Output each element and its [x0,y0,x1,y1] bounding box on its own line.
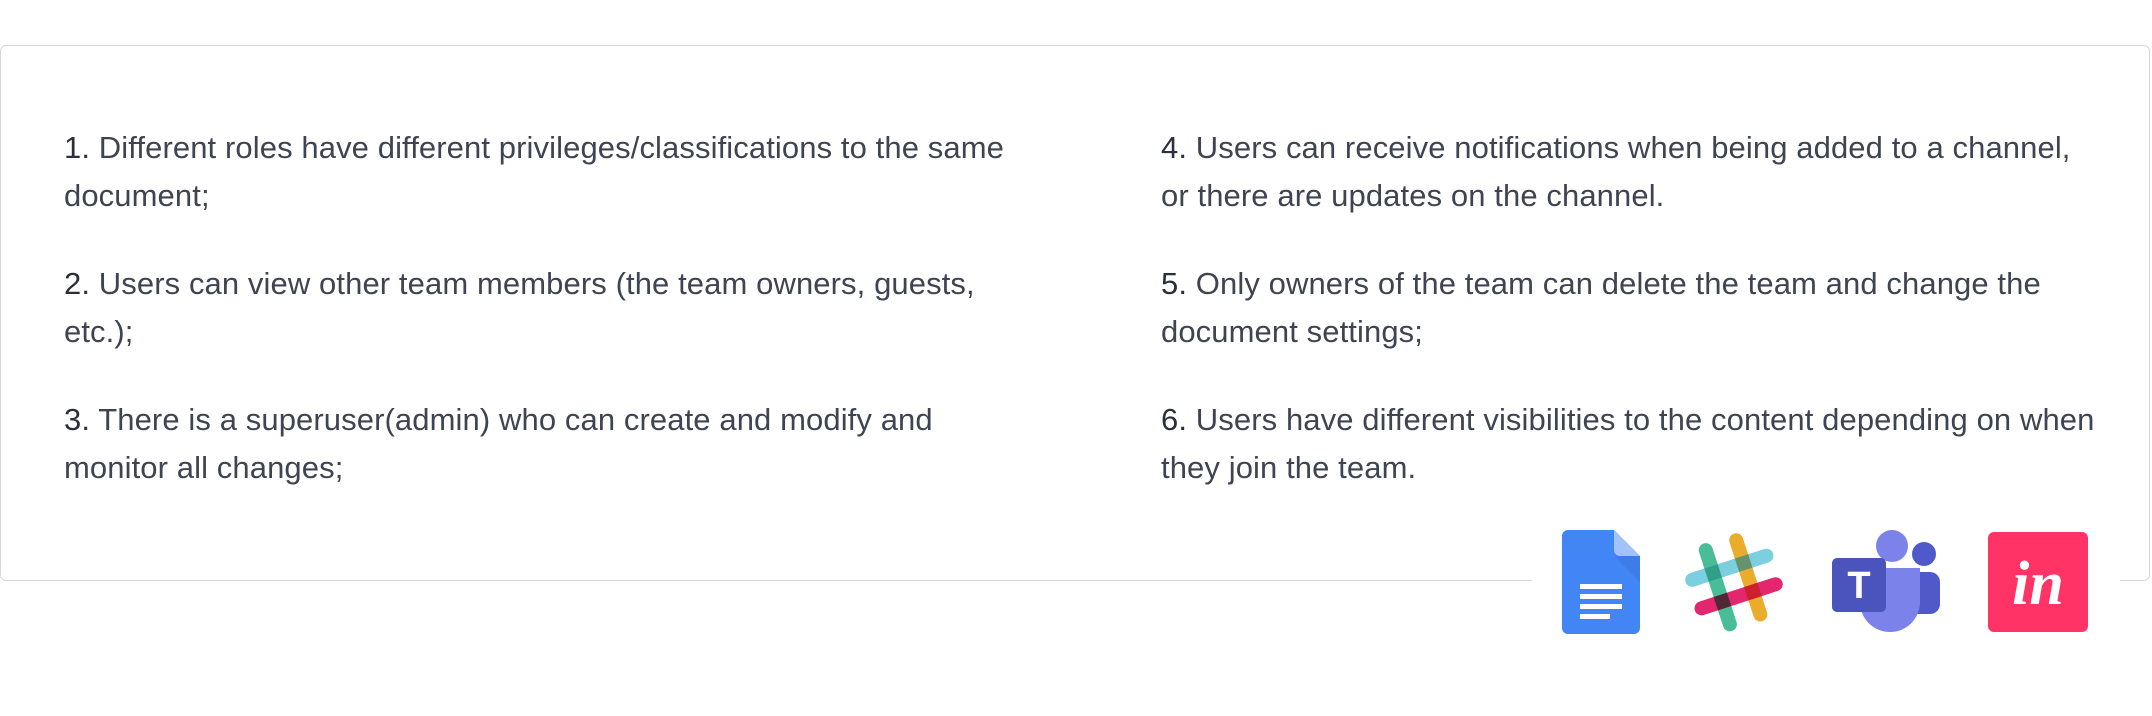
requirement-text: Different roles have different privilege… [64,130,1004,213]
requirement-number: 2. [64,266,91,301]
invision-icon: in [1988,530,2088,634]
requirement-text: Only owners of the team can delete the t… [1161,266,2041,349]
app-icon-strip: T in [1532,528,2120,638]
requirement-item-3: 3. There is a superuser(admin) who can c… [64,396,1014,492]
requirement-number: 5. [1161,266,1188,301]
slack-icon [1682,530,1786,634]
requirement-number: 1. [64,130,91,165]
requirement-item-1: 1. Different roles have different privil… [64,124,1014,220]
requirements-column-left: 1. Different roles have different privil… [64,124,1014,532]
requirement-text: Users can receive notifications when bei… [1161,130,2071,213]
requirement-text: There is a superuser(admin) who can crea… [64,402,933,485]
microsoft-teams-icon: T [1830,530,1942,634]
requirement-text: Users have different visibilities to the… [1161,402,2095,485]
teams-letter: T [1847,565,1870,607]
requirement-number: 4. [1161,130,1188,165]
google-docs-icon [1562,530,1642,634]
invision-letters: in [2012,550,2064,618]
requirement-item-5: 5. Only owners of the team can delete th… [1161,260,2101,356]
requirements-card: 1. Different roles have different privil… [0,45,2150,581]
requirement-number: 3. [64,402,91,437]
requirement-item-2: 2. Users can view other team members (th… [64,260,1014,356]
requirement-number: 6. [1161,402,1188,437]
requirement-text: Users can view other team members (the t… [64,266,975,349]
requirements-column-right: 4. Users can receive notifications when … [1161,124,2101,532]
requirement-item-6: 6. Users have different visibilities to … [1161,396,2101,492]
requirement-item-4: 4. Users can receive notifications when … [1161,124,2101,220]
